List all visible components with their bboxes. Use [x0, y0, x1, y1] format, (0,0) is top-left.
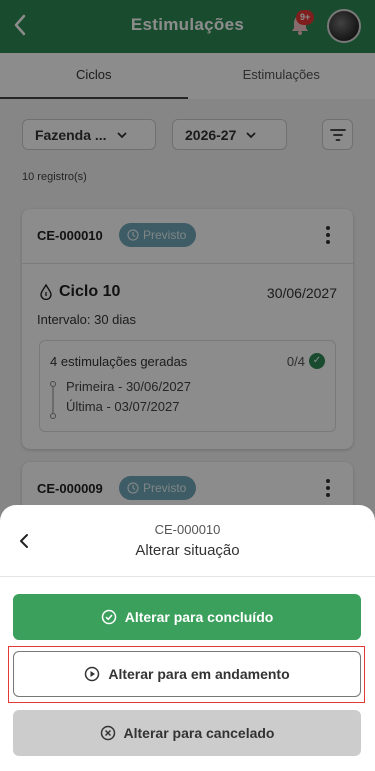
- mark-cancelled-button[interactable]: Alterar para cancelado: [13, 710, 361, 756]
- mark-in-progress-button[interactable]: Alterar para em andamento: [13, 651, 361, 697]
- cancel-circle-icon: [100, 725, 115, 741]
- play-circle-icon: [85, 666, 100, 682]
- check-circle-icon: [101, 609, 116, 625]
- mark-done-label: Alterar para concluído: [124, 609, 274, 625]
- sheet-record-code: CE-000010: [154, 522, 221, 537]
- divider: [0, 576, 375, 577]
- sheet-title: Alterar situação: [135, 542, 240, 559]
- mark-done-button[interactable]: Alterar para concluído: [13, 594, 361, 640]
- mark-cancelled-label: Alterar para cancelado: [123, 725, 275, 741]
- mark-in-progress-label: Alterar para em andamento: [108, 666, 290, 682]
